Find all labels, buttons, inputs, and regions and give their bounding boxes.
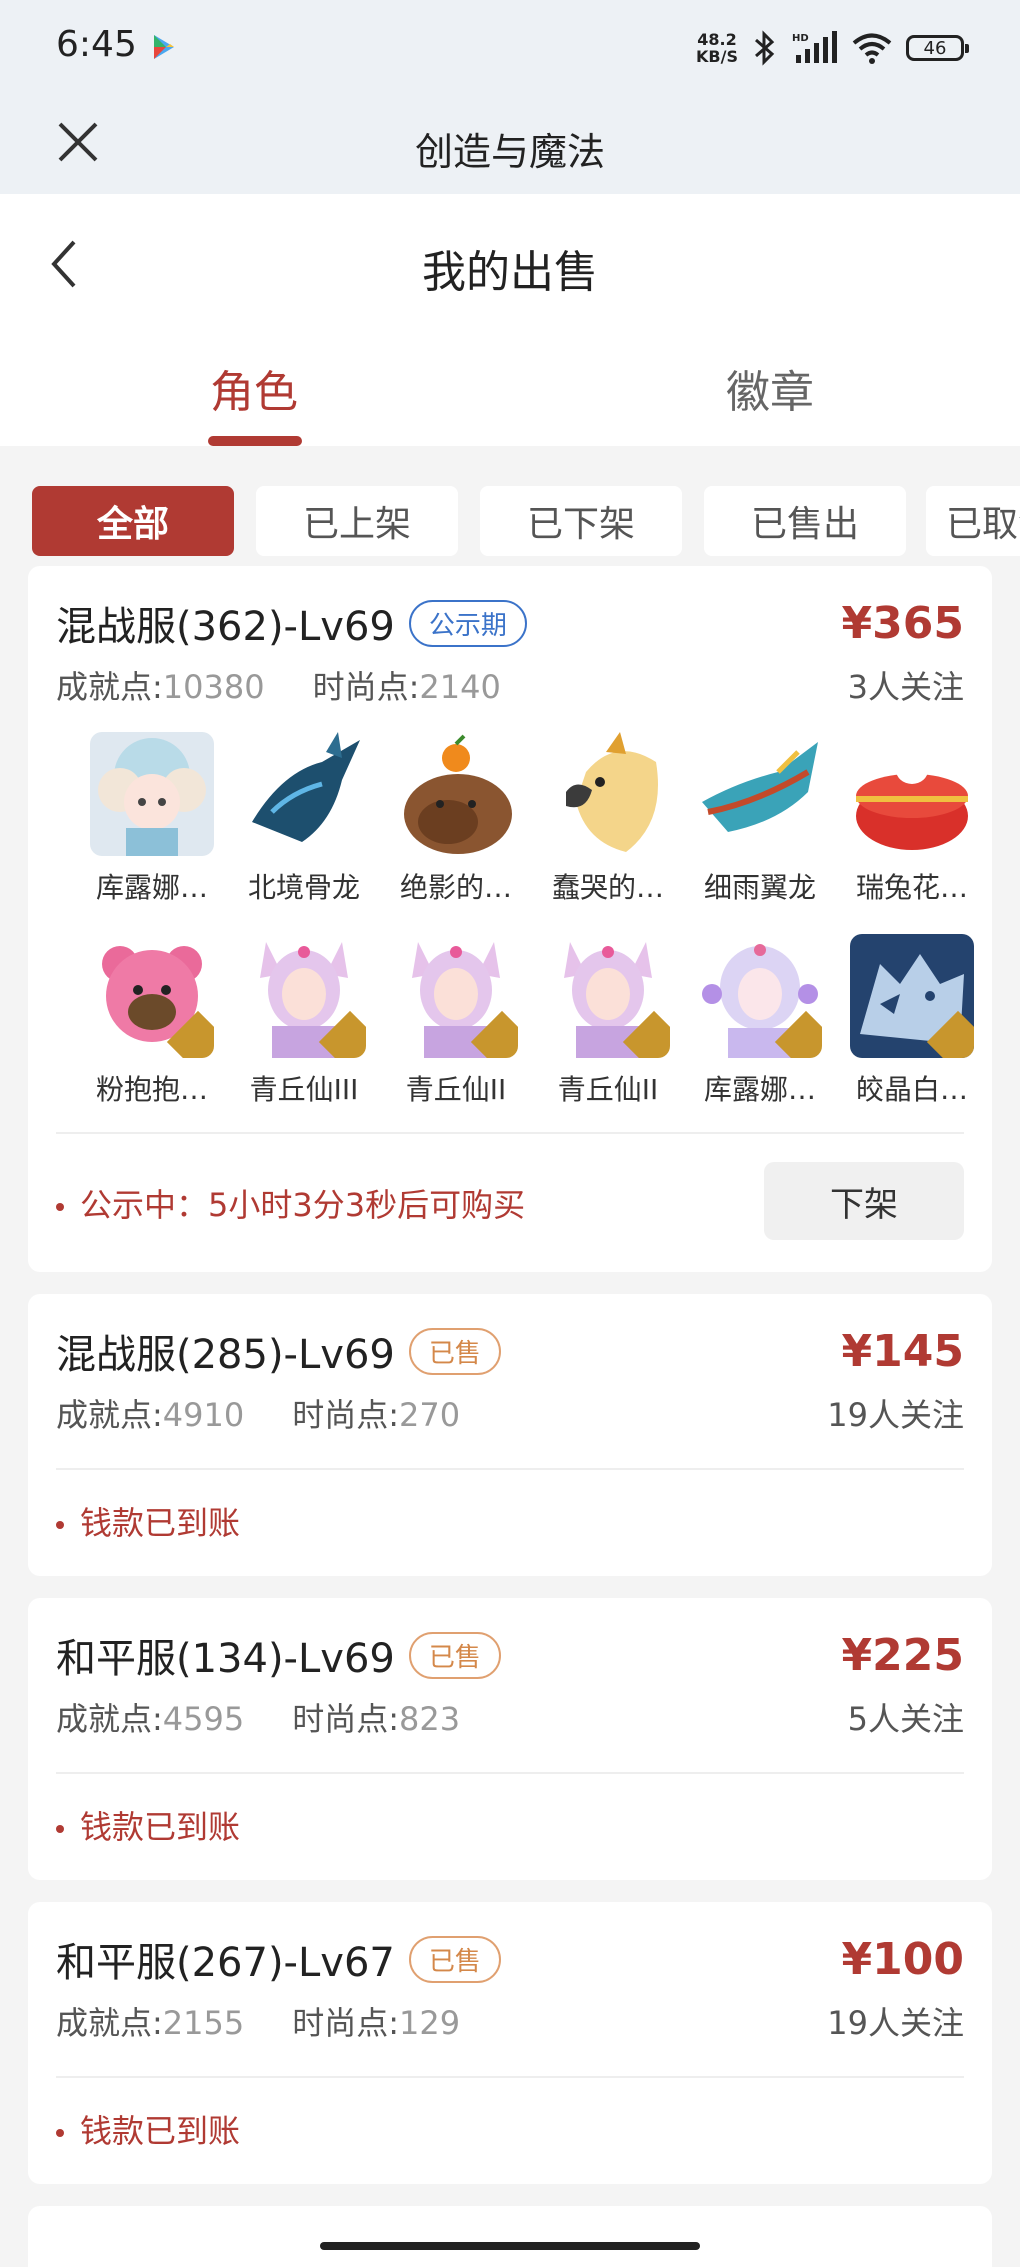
listing-note: 钱款已到账 <box>56 1802 240 1848</box>
status-time: 6:45 <box>56 24 137 65</box>
app-bar: 创造与魔法 <box>0 96 1020 194</box>
status-badge: 已售 <box>408 1935 501 1983</box>
listing-stats: 成就点:4910 时尚点:270 <box>56 1396 461 1434</box>
item-cloud-girl[interactable]: 库露娜… <box>82 732 222 906</box>
listing-price: ¥225 <box>841 1630 964 1681</box>
item-rabbit-drum[interactable]: 瑞兔花… <box>842 732 982 906</box>
item-fox-fairy-3[interactable]: 青丘仙III <box>234 934 374 1108</box>
wing-dragon-icon <box>698 732 822 856</box>
battery-icon: 46 <box>906 35 969 61</box>
fox-fairy-icon <box>394 934 518 1058</box>
listing-note: 钱款已到账 <box>56 1498 240 1544</box>
filter-all[interactable]: 全部 <box>32 486 234 556</box>
listing-note: 钱款已到账 <box>56 2106 240 2152</box>
listing-price: ¥145 <box>841 1326 964 1377</box>
item-white-wolf[interactable]: 皎晶白… <box>842 934 982 1108</box>
active-tab-indicator <box>208 436 302 446</box>
status-badge: 公示期 <box>408 599 527 647</box>
tab-badge[interactable]: 徽章 <box>726 356 814 420</box>
item-fox-fairy-2[interactable]: 青丘仙II <box>386 934 526 1108</box>
bone-dragon-icon <box>242 732 366 856</box>
tab-role[interactable]: 角色 <box>210 356 298 420</box>
item-bone-dragon[interactable]: 北境骨龙 <box>234 732 374 906</box>
listing-card[interactable] <box>28 2206 992 2267</box>
listing-title: 和平服(134)-Lv69 <box>56 1636 395 1682</box>
status-badge: 已售 <box>408 1631 501 1679</box>
listing-card[interactable]: 和平服(134)-Lv69 已售 成就点:4595 时尚点:823 ¥225 5人… <box>28 1598 992 1880</box>
listing-price: ¥365 <box>841 598 964 649</box>
listing-card[interactable]: 和平服(267)-Lv67 已售 成就点:2155 时尚点:129 ¥100 19… <box>28 1902 992 2184</box>
item-cloud-girl-2[interactable]: 库露娜… <box>690 934 830 1108</box>
fashion-points: 2140 <box>419 668 501 706</box>
signal-icon: HD <box>792 31 837 63</box>
follower-count: 5人关注 <box>847 1700 964 1738</box>
network-speed: 48.2 KB/S <box>696 30 738 66</box>
status-icons: 48.2 KB/S HD 46 <box>696 26 969 70</box>
listing-title: 和平服(267)-Lv67 <box>56 1940 395 1986</box>
listing-stats: 成就点:4595 时尚点:823 <box>56 1700 461 1738</box>
white-wolf-icon <box>850 934 974 1058</box>
item-name: 库露娜… <box>95 871 208 904</box>
listing-title-row: 混战服(362)-Lv69 公示期 <box>56 594 527 652</box>
divider <box>56 1132 964 1134</box>
follower-count: 3人关注 <box>847 668 964 706</box>
fox-fairy-icon <box>242 934 366 1058</box>
item-fox-fairy-2b[interactable]: 青丘仙II <box>538 934 678 1108</box>
item-cockatoo[interactable]: 蠢哭的… <box>538 732 678 906</box>
cockatoo-icon <box>546 732 670 856</box>
filter-cancelled[interactable]: 已取消 <box>926 486 1020 556</box>
cloud-girl-icon <box>698 934 822 1058</box>
svg-text:HD: HD <box>792 33 809 44</box>
achievement-points: 10380 <box>162 668 265 706</box>
play-store-icon <box>154 35 174 59</box>
listing-price: ¥100 <box>841 1934 964 1985</box>
filter-delisted[interactable]: 已下架 <box>480 486 682 556</box>
listing-title: 混战服(362)-Lv69 <box>56 604 395 650</box>
listing-title: 混战服(285)-Lv69 <box>56 1332 395 1378</box>
home-indicator[interactable] <box>320 2242 700 2250</box>
listing-stats: 成就点:10380 时尚点:2140 <box>56 668 501 706</box>
filter-sold[interactable]: 已售出 <box>704 486 906 556</box>
listing-card[interactable]: 混战服(362)-Lv69 公示期 成就点:10380 时尚点:2140 ¥365… <box>28 566 992 1272</box>
item-wing-dragon[interactable]: 细雨翼龙 <box>690 732 830 906</box>
pink-bear-icon <box>90 934 214 1058</box>
page-header: 我的出售 角色 徽章 <box>0 194 1020 446</box>
follower-count: 19人关注 <box>827 2004 964 2042</box>
listing-stats: 成就点:2155 时尚点:129 <box>56 2004 461 2042</box>
delist-button[interactable]: 下架 <box>764 1162 964 1240</box>
follower-count: 19人关注 <box>827 1396 964 1434</box>
rabbit-drum-icon <box>850 732 974 856</box>
wifi-icon <box>852 33 892 64</box>
app-title: 创造与魔法 <box>414 130 605 174</box>
capybara-icon <box>394 732 518 856</box>
status-badge: 已售 <box>408 1327 501 1375</box>
item-pink-bear[interactable]: 粉抱抱… <box>82 934 222 1108</box>
item-capybara[interactable]: 绝影的… <box>386 732 526 906</box>
cloud-girl-icon <box>90 732 214 856</box>
page-title: 我的出售 <box>422 247 598 298</box>
listing-card[interactable]: 混战服(285)-Lv69 已售 成就点:4910 时尚点:270 ¥145 19… <box>28 1294 992 1576</box>
fox-fairy-icon <box>546 934 670 1058</box>
filter-bar: 全部 已上架 已下架 已售出 已取消 <box>32 486 1020 556</box>
listing-note: 公示中：5小时3分3秒后可购买 <box>56 1180 525 1226</box>
bluetooth-icon <box>755 30 775 66</box>
status-bar: 6:45 48.2 KB/S HD 46 <box>0 0 1020 96</box>
filter-listed[interactable]: 已上架 <box>256 486 458 556</box>
